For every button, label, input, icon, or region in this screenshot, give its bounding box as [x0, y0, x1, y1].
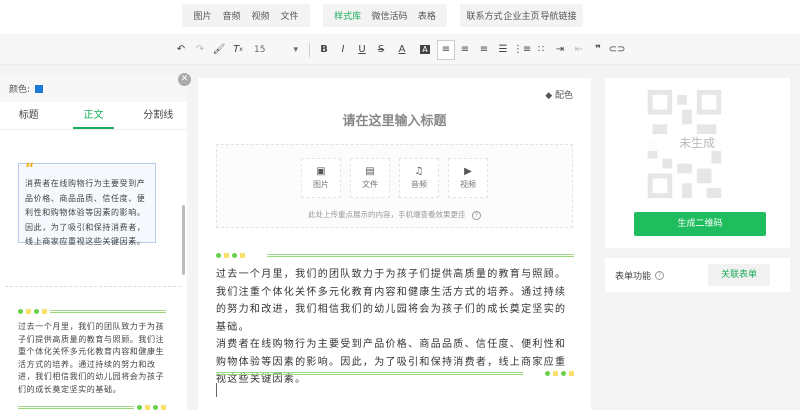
- qr-status: 未生成: [647, 134, 747, 151]
- insert-file[interactable]: 文件: [280, 9, 298, 22]
- sample-text: 过去一个月里，我们的团队致力于为孩子们提供高质量的教育与照顾。我们注重个体化关怀…: [18, 322, 165, 394]
- font-size-value: 15: [254, 44, 266, 55]
- help-icon[interactable]: ?: [471, 211, 481, 220]
- insert-audio[interactable]: 音频: [222, 9, 240, 22]
- insert-video[interactable]: 视频: [251, 9, 269, 22]
- deco-top: [18, 309, 166, 314]
- justify-icon[interactable]: ☰: [494, 40, 512, 60]
- tab-divider[interactable]: 分割线: [130, 102, 187, 129]
- link-form-button[interactable]: 关联表单: [708, 264, 770, 286]
- unordered-list-icon[interactable]: ∷: [532, 40, 550, 60]
- divider: [5, 286, 181, 287]
- top-insert-bar: 图片 音频 视频 文件 样式库 微信活码 表格 联系方式 企业主页 导航链接: [0, 0, 800, 34]
- ordered-list-icon[interactable]: ⋮≡: [513, 40, 531, 60]
- color-scheme-button[interactable]: ◆ 配色: [545, 88, 573, 101]
- text-cursor: [216, 383, 217, 397]
- tab-heading[interactable]: 标题: [0, 102, 57, 129]
- form-label: 表单功能: [615, 271, 652, 282]
- format-toolbar: ↶ ↷ 🖌︎ Tx 15 ▾ B I U S A A ≡ ≡ ≡ ☰ ⋮≡ ∷ ⇥…: [0, 35, 800, 65]
- blockquote-button[interactable]: ❞: [589, 40, 607, 60]
- deco-bottom: [18, 405, 166, 410]
- italic-button[interactable]: I: [334, 40, 352, 60]
- font-size-select[interactable]: 15 ▾: [248, 45, 304, 55]
- close-icon[interactable]: ✕: [178, 73, 191, 86]
- music-icon: ♫: [414, 166, 424, 177]
- style-sample-dotted[interactable]: 过去一个月里，我们的团队致力于为孩子们提供高质量的教育与照顾。我们注重个体化关怀…: [18, 321, 166, 396]
- label: 图片: [313, 180, 329, 189]
- quote-mark-icon: “: [25, 161, 35, 177]
- wechat-qrcode[interactable]: 微信活码: [371, 9, 407, 22]
- scrollbar[interactable]: [182, 205, 185, 275]
- help-icon[interactable]: ?: [655, 270, 665, 280]
- qr-card: 未生成 生成二维码: [605, 78, 790, 248]
- strikethrough-button[interactable]: S: [372, 40, 390, 60]
- insert-image[interactable]: 图片: [193, 9, 211, 22]
- upload-hint: 此处上传重点展示的内容，手机端查看效果更佳 ?: [217, 209, 572, 220]
- color-scheme-label: 配色: [554, 91, 573, 101]
- style-group: 样式库 微信活码 表格: [323, 4, 447, 27]
- contact-info[interactable]: 联系方式: [466, 9, 502, 22]
- style-panel: 颜色: 标题 正文 分割线 “ 消费者在线购物行为主要受到产品价格、商品品质、信任…: [0, 75, 187, 410]
- align-right-icon[interactable]: ≡: [475, 40, 493, 60]
- upload-video-button[interactable]: ▶ 视频: [448, 158, 488, 198]
- nav-links[interactable]: 导航链接: [540, 9, 576, 22]
- form-feature-card: 表单功能? 关联表单: [605, 258, 790, 292]
- paragraph: 过去一个月里，我们的团队致力于为孩子们提供高质量的教育与照顾。我们注重个体化关怀…: [216, 269, 567, 333]
- upload-file-button[interactable]: ▤ 文件: [350, 158, 390, 198]
- redo-icon[interactable]: ↷: [191, 40, 209, 60]
- media-group: 图片 音频 视频 文件: [182, 4, 310, 27]
- outdent-icon[interactable]: ⇤: [570, 40, 588, 60]
- image-icon: ▣: [316, 166, 326, 177]
- align-center-icon[interactable]: ≡: [456, 40, 474, 60]
- upload-area: ▣ 图片 ▤ 文件 ♫ 音频 ▶ 视频 此处上传重点展示的内容，手机端查看效果更佳 ?: [216, 144, 573, 228]
- style-tabs: 标题 正文 分割线: [0, 102, 187, 130]
- deco-top: [216, 253, 574, 258]
- color-label: 颜色:: [9, 85, 31, 95]
- company-homepage[interactable]: 企业主页: [503, 9, 539, 22]
- link-group: 联系方式 企业主页 导航链接: [460, 4, 583, 27]
- font-color-button[interactable]: A: [391, 40, 413, 60]
- editor: ◆ 配色 请在这里输入标题 ▣ 图片 ▤ 文件 ♫ 音频 ▶ 视频 此处上传重点展示的内…: [198, 78, 591, 410]
- upload-audio-button[interactable]: ♫ 音频: [399, 158, 439, 198]
- title-input[interactable]: 请在这里输入标题: [198, 110, 591, 129]
- align-left-icon[interactable]: ≡: [437, 39, 455, 60]
- label: 文件: [362, 180, 378, 189]
- indent-icon[interactable]: ⇥: [551, 40, 569, 60]
- tab-body-text[interactable]: 正文: [73, 102, 114, 129]
- format-painter-icon[interactable]: 🖌︎: [210, 40, 228, 60]
- underline-button[interactable]: U: [353, 40, 371, 60]
- hint-text: 此处上传重点展示的内容，手机端查看效果更佳: [308, 210, 466, 219]
- label: 音频: [411, 180, 427, 189]
- paint-bucket-icon: ◆: [545, 91, 555, 101]
- divider: [309, 42, 310, 57]
- background-color-button[interactable]: A: [420, 45, 430, 54]
- generate-qr-button[interactable]: 生成二维码: [634, 212, 766, 236]
- style-library[interactable]: 样式库: [334, 9, 361, 22]
- bold-button[interactable]: B: [315, 40, 333, 60]
- video-icon: ▶: [464, 166, 472, 177]
- sample-text: 消费者在线购物行为主要受到产品价格、商品品质、信任度、便利性和购物体验等因素的影…: [25, 179, 146, 246]
- clear-format-icon[interactable]: Tx: [229, 40, 247, 60]
- label: 视频: [460, 180, 476, 189]
- link-icon[interactable]: ⊂⊃: [608, 40, 626, 60]
- insert-table[interactable]: 表格: [418, 9, 436, 22]
- style-sample-quote[interactable]: “ 消费者在线购物行为主要受到产品价格、商品品质、信任度、便利性和购物体验等因素的…: [18, 161, 156, 246]
- color-swatch[interactable]: [35, 84, 44, 93]
- deco-bottom: [216, 371, 574, 376]
- upload-image-button[interactable]: ▣ 图片: [301, 158, 341, 198]
- undo-icon[interactable]: ↶: [172, 40, 190, 60]
- chevron-down-icon: ▾: [293, 44, 298, 55]
- color-row: 颜色:: [0, 75, 187, 102]
- file-icon: ▤: [365, 166, 375, 177]
- paragraph: 消费者在线购物行为主要受到产品价格、商品品质、信任度、便利性和购物体验等因素的影…: [216, 339, 567, 385]
